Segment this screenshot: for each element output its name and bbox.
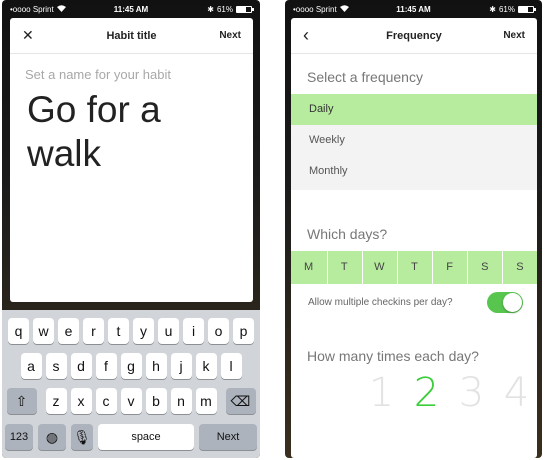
multiple-checkins-row: Allow multiple checkins per day?: [291, 290, 537, 314]
days-label: Which days?: [307, 226, 388, 242]
habit-title-screen: •oooo Sprint 11:45 AM ✱ 61% ✕ Habit titl…: [2, 0, 260, 458]
day-toggle[interactable]: W: [361, 251, 396, 284]
nav-bar: ‹ Frequency Next: [291, 18, 537, 54]
space-key[interactable]: space: [98, 424, 194, 450]
frequency-screen: •oooo Sprint 11:45 AM ✱ 61% ‹ Frequency …: [285, 0, 542, 458]
key-r[interactable]: r: [83, 318, 104, 344]
keyboard-row-1: qwertyuiop: [2, 318, 260, 344]
keyboard-row-4: 123 ◍ 🎙 space Next: [2, 424, 260, 450]
frequency-option-daily[interactable]: Daily: [291, 94, 537, 125]
multiple-checkins-label: Allow multiple checkins per day?: [308, 296, 453, 308]
key-b[interactable]: b: [145, 388, 167, 414]
backspace-key[interactable]: ⌫: [225, 388, 256, 414]
keyboard-row-3: ⇧ zxcvbnm ⌫: [2, 388, 260, 414]
nav-title: Frequency: [386, 29, 442, 42]
toggle-knob: [503, 292, 522, 312]
battery-icon: [236, 5, 254, 13]
globe-key[interactable]: ◍: [38, 424, 66, 450]
key-k[interactable]: k: [195, 353, 217, 379]
key-g[interactable]: g: [120, 353, 142, 379]
backspace-icon: ⌫: [230, 392, 251, 409]
key-v[interactable]: v: [120, 388, 142, 414]
key-x[interactable]: x: [70, 388, 92, 414]
day-toggle[interactable]: T: [396, 251, 431, 284]
next-button[interactable]: Next: [219, 30, 241, 41]
key-j[interactable]: j: [170, 353, 192, 379]
close-icon[interactable]: ✕: [22, 27, 38, 44]
wifi-icon: [339, 4, 349, 14]
key-o[interactable]: o: [208, 318, 229, 344]
microphone-icon: 🎙: [73, 428, 91, 445]
key-f[interactable]: f: [95, 353, 117, 379]
key-u[interactable]: u: [158, 318, 179, 344]
key-c[interactable]: c: [95, 388, 117, 414]
key-q[interactable]: q: [8, 318, 29, 344]
key-t[interactable]: t: [108, 318, 129, 344]
key-l[interactable]: l: [220, 353, 242, 379]
shift-icon: ⇧: [15, 392, 28, 409]
battery-icon: [518, 5, 536, 13]
key-s[interactable]: s: [45, 353, 67, 379]
habit-title-card: ✕ Habit title Next Set a name for your h…: [10, 18, 253, 302]
key-z[interactable]: z: [45, 388, 67, 414]
status-bar: •oooo Sprint 11:45 AM ✱ 61%: [285, 0, 542, 18]
times-option-3[interactable]: 3: [449, 370, 494, 416]
next-button[interactable]: Next: [503, 30, 525, 41]
nav-bar: ✕ Habit title Next: [10, 18, 253, 54]
day-toggle[interactable]: F: [432, 251, 466, 284]
dictation-key[interactable]: 🎙: [71, 424, 93, 450]
carrier-signal: •oooo Sprint: [293, 4, 337, 14]
key-m[interactable]: m: [195, 388, 217, 414]
habit-name-input[interactable]: Go for a walk: [27, 88, 237, 176]
battery-percent: 61%: [216, 4, 233, 14]
nav-title: Habit title: [106, 29, 157, 42]
key-d[interactable]: d: [70, 353, 92, 379]
status-bar: •oooo Sprint 11:45 AM ✱ 61%: [2, 0, 260, 18]
keyboard-next-key[interactable]: Next: [199, 424, 257, 450]
key-a[interactable]: a: [20, 353, 42, 379]
multiple-checkins-toggle[interactable]: [487, 291, 523, 313]
globe-icon: ◍: [45, 428, 59, 445]
times-option-1[interactable]: 1: [359, 370, 404, 416]
back-chevron-icon[interactable]: ‹: [303, 25, 319, 46]
key-h[interactable]: h: [145, 353, 167, 379]
key-i[interactable]: i: [183, 318, 204, 344]
times-option-4[interactable]: 4: [494, 370, 537, 416]
day-toggle[interactable]: T: [326, 251, 361, 284]
day-toggle[interactable]: S: [502, 251, 536, 284]
day-toggle[interactable]: S: [467, 251, 501, 284]
habit-name-placeholder: Set a name for your habit: [25, 67, 171, 82]
keyboard-row-2: asdfghjkl: [2, 353, 260, 379]
battery-percent: 61%: [498, 4, 515, 14]
key-w[interactable]: w: [33, 318, 54, 344]
times-per-day-label: How many times each day?: [307, 348, 479, 364]
times-per-day-picker: 1234: [359, 370, 537, 416]
shift-key[interactable]: ⇧: [6, 388, 37, 414]
frequency-list: Daily Weekly Monthly: [291, 94, 537, 190]
key-n[interactable]: n: [170, 388, 192, 414]
bluetooth-icon: ✱: [207, 4, 214, 14]
numbers-key[interactable]: 123: [5, 424, 33, 450]
frequency-card: ‹ Frequency Next Select a frequency Dail…: [291, 18, 537, 458]
times-option-2[interactable]: 2: [404, 370, 449, 416]
keyboard: qwertyuiop asdfghjkl ⇧ zxcvbnm ⌫ 123 ◍ 🎙…: [2, 310, 260, 458]
day-selector: MTWTFSS: [291, 251, 537, 284]
key-y[interactable]: y: [133, 318, 154, 344]
wifi-icon: [56, 4, 66, 14]
frequency-option-weekly[interactable]: Weekly: [291, 125, 537, 156]
carrier-signal: •oooo Sprint: [10, 4, 54, 14]
frequency-label: Select a frequency: [307, 69, 423, 85]
frequency-option-monthly[interactable]: Monthly: [291, 156, 537, 187]
key-e[interactable]: e: [58, 318, 79, 344]
key-p[interactable]: p: [233, 318, 254, 344]
day-toggle[interactable]: M: [292, 251, 326, 284]
bluetooth-icon: ✱: [489, 4, 496, 14]
